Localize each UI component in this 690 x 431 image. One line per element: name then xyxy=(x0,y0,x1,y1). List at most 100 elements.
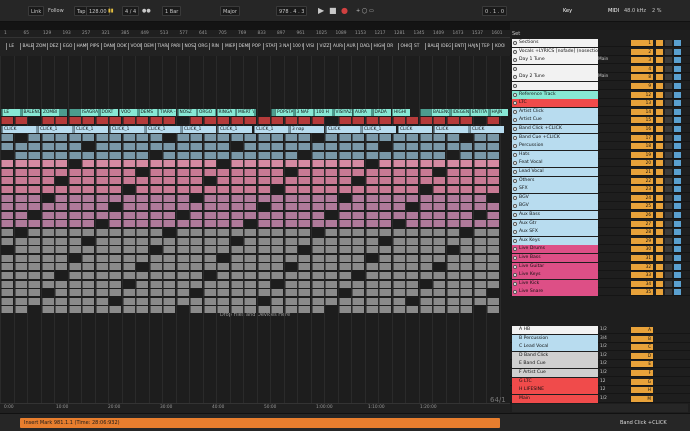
arrangement-clip[interactable] xyxy=(14,280,27,288)
track-header[interactable]: 4 xyxy=(510,64,690,73)
monitor-button[interactable] xyxy=(674,194,681,201)
arrangement-clip[interactable] xyxy=(109,289,121,297)
track-name[interactable]: Lead Vocal xyxy=(512,168,598,176)
arrangement-clip[interactable] xyxy=(55,289,67,297)
locator[interactable]: PIPS xyxy=(87,43,100,50)
locator[interactable]: DEMS xyxy=(141,43,154,50)
arrangement-clip[interactable] xyxy=(14,220,27,228)
arrangement-clip[interactable] xyxy=(446,280,459,288)
arrangement-clip[interactable] xyxy=(95,254,108,262)
fold-icon[interactable] xyxy=(513,144,517,149)
arrangement-clip[interactable] xyxy=(271,254,283,262)
reference-clip[interactable]: DADA xyxy=(372,108,391,116)
arrangement-clip[interactable] xyxy=(244,186,256,193)
arrangement-clip[interactable] xyxy=(28,220,40,228)
arrangement-clip[interactable] xyxy=(217,272,229,279)
arrangement-clip[interactable] xyxy=(365,237,378,245)
track-header[interactable]: Band Click +CLICK 16 xyxy=(510,125,690,133)
arrangement-clip[interactable] xyxy=(487,237,499,245)
solo-button[interactable] xyxy=(656,272,663,279)
arrangement-clip[interactable] xyxy=(95,160,108,168)
solo-button[interactable] xyxy=(656,134,663,141)
track-number[interactable]: 18 xyxy=(631,143,653,150)
arrangement-clip[interactable] xyxy=(82,186,94,193)
arrangement-clip[interactable] xyxy=(68,280,81,288)
arrangement-clip[interactable] xyxy=(271,134,283,142)
arrangement-clip[interactable] xyxy=(163,263,175,271)
arrangement-clip[interactable] xyxy=(1,143,13,150)
track-number[interactable]: 28 xyxy=(631,229,653,236)
return-track-header[interactable]: B Percussion 3/4 B xyxy=(510,334,690,343)
arrangement-clip[interactable] xyxy=(460,289,472,297)
arrangement-clip[interactable] xyxy=(419,143,432,150)
arrangement-clip[interactable] xyxy=(176,151,189,159)
arrangement-clip[interactable] xyxy=(325,229,337,236)
arrangement-clip[interactable] xyxy=(203,203,216,211)
arrangement-clip[interactable] xyxy=(217,143,229,150)
fold-icon[interactable] xyxy=(513,290,517,295)
locator[interactable]: DADA xyxy=(357,43,370,50)
reference-clip[interactable]: ENTITA xyxy=(470,108,488,116)
arrangement-clip[interactable] xyxy=(149,289,162,297)
arrangement-clip[interactable] xyxy=(365,134,378,142)
track-number[interactable]: 1 xyxy=(631,40,653,46)
arrangement-clip[interactable] xyxy=(271,220,283,228)
arm-button[interactable] xyxy=(665,83,672,89)
arrangement-clip[interactable] xyxy=(28,194,40,202)
arrangement-clip[interactable] xyxy=(41,160,54,168)
arrangement-clip[interactable] xyxy=(14,117,27,125)
arrangement-clip[interactable] xyxy=(203,168,216,176)
arm-button[interactable] xyxy=(665,143,672,150)
arrangement-clip[interactable] xyxy=(82,246,94,254)
locator[interactable]: STAF xyxy=(262,43,276,50)
track-name[interactable]: Artist Cue xyxy=(512,116,598,125)
solo-button[interactable] xyxy=(656,203,663,210)
arrangement-clip[interactable] xyxy=(14,272,27,279)
arrangement-clip[interactable] xyxy=(284,246,297,254)
arrangement-clip[interactable] xyxy=(365,117,378,125)
arrangement-clip[interactable] xyxy=(163,194,175,202)
track-number[interactable]: 16 xyxy=(631,126,653,132)
track-number[interactable]: 19 xyxy=(631,151,653,158)
track-name[interactable]: Aux Keys xyxy=(512,236,598,245)
arrangement-clip[interactable] xyxy=(352,211,364,219)
arrangement-clip[interactable] xyxy=(217,280,229,288)
click-clip[interactable]: CLICK xyxy=(470,125,504,133)
arrangement-clip[interactable] xyxy=(379,229,391,236)
arrangement-clip[interactable] xyxy=(176,134,189,142)
arrangement-clip[interactable] xyxy=(352,117,364,125)
arrangement-clip[interactable] xyxy=(284,280,297,288)
arrangement-clip[interactable] xyxy=(203,211,216,219)
arrangement-clip[interactable] xyxy=(446,229,459,236)
arrangement-clip[interactable] xyxy=(284,229,297,236)
arrangement-clip[interactable] xyxy=(122,151,135,159)
arrangement-clip[interactable] xyxy=(122,160,135,168)
arrangement-clip[interactable] xyxy=(298,134,310,142)
arrangement-clip[interactable] xyxy=(122,117,135,125)
arrangement-clip[interactable] xyxy=(271,168,283,176)
track-header[interactable]: Aux SFX 28 xyxy=(510,228,690,237)
track-header[interactable]: Live Keys 33 xyxy=(510,271,690,280)
arrangement-clip[interactable] xyxy=(419,229,432,236)
reference-clip[interactable]: RINGA xyxy=(216,108,235,116)
locator[interactable]: MIERT xyxy=(222,43,235,50)
arrangement-clip[interactable] xyxy=(298,160,310,168)
arrangement-clip[interactable] xyxy=(298,177,310,185)
click-clip[interactable]: CLICK xyxy=(398,125,432,133)
arrangement-clip[interactable] xyxy=(41,297,54,305)
arrangement-clip[interactable] xyxy=(271,117,283,125)
click-clip[interactable]: CLICK_1 xyxy=(146,125,180,133)
arrangement-clip[interactable] xyxy=(230,177,243,185)
track-name[interactable] xyxy=(512,64,598,73)
fold-icon[interactable] xyxy=(513,187,517,192)
arrangement-clip[interactable] xyxy=(352,254,364,262)
arrangement-clip[interactable] xyxy=(122,203,135,211)
arrangement-clip[interactable] xyxy=(109,211,121,219)
reference-clip[interactable]: HIGHI xyxy=(392,108,410,116)
click-clip[interactable]: CLICK_1 xyxy=(74,125,108,133)
arrangement-clip[interactable] xyxy=(68,168,81,176)
fold-icon[interactable] xyxy=(513,109,517,114)
arrangement-clip[interactable] xyxy=(298,211,310,219)
arrangement-clip[interactable] xyxy=(311,280,324,288)
arrangement-clip[interactable] xyxy=(109,272,121,279)
